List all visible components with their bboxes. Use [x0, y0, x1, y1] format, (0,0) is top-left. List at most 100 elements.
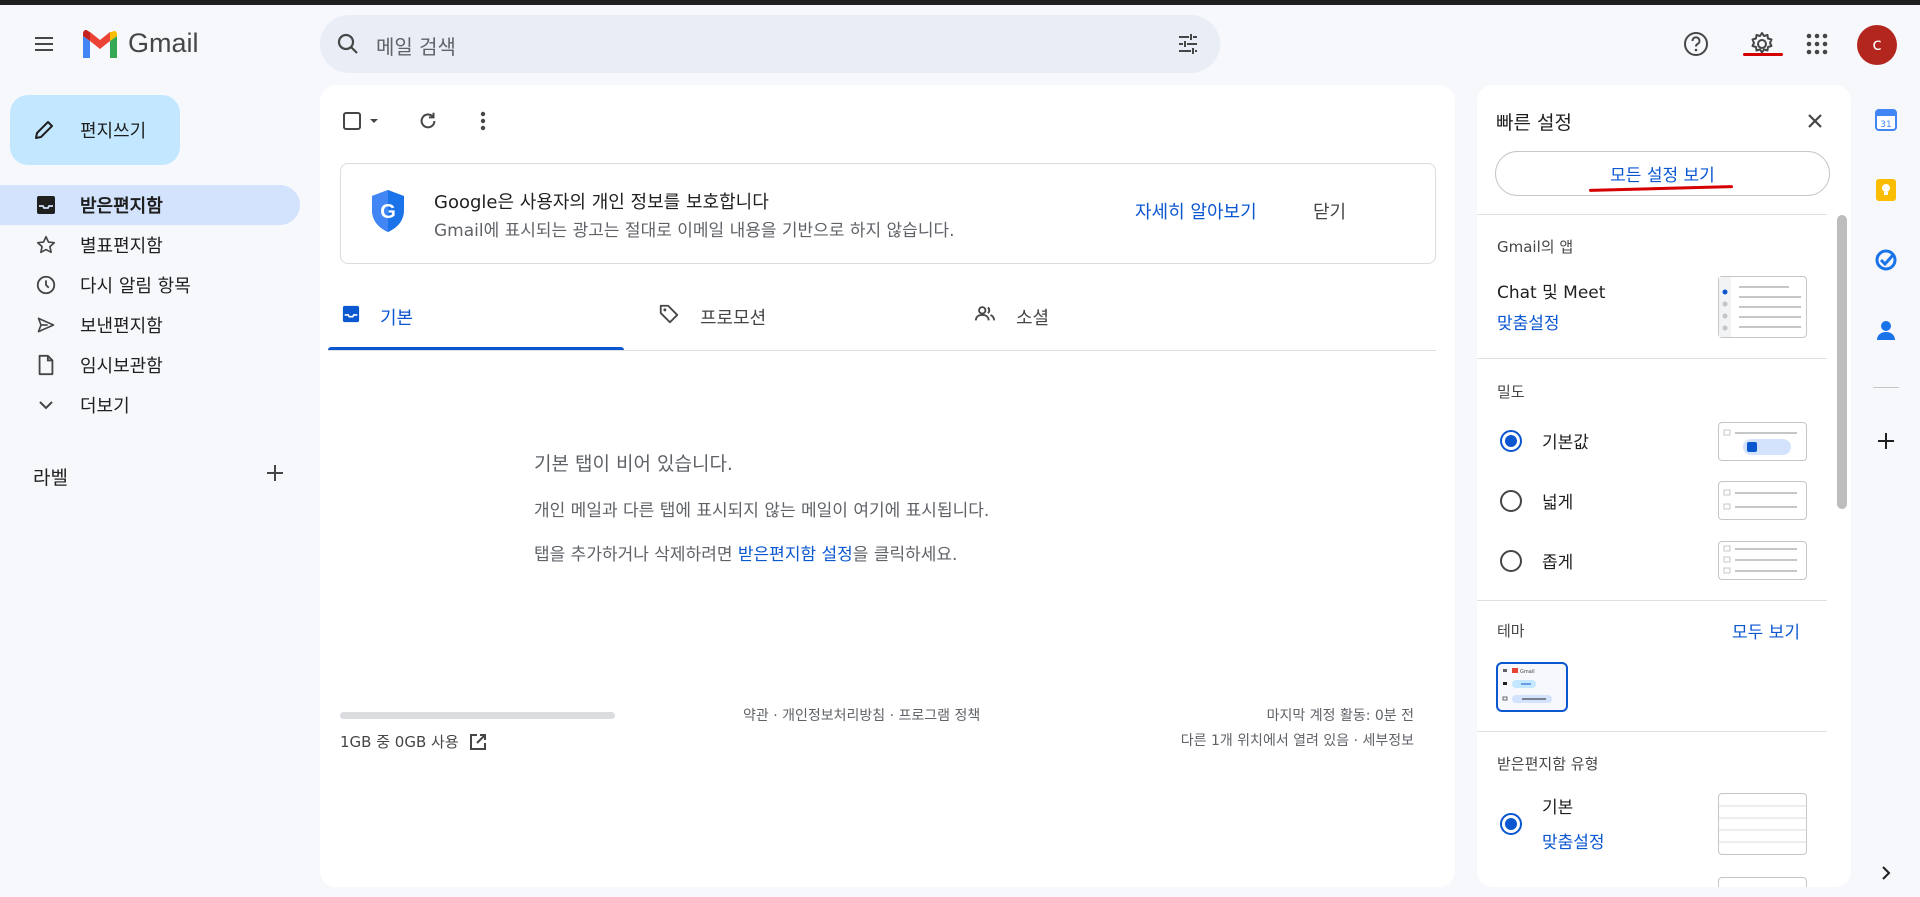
density-default-radio[interactable] — [1500, 430, 1522, 452]
chat-meet-label: Chat 및 Meet — [1497, 283, 1606, 303]
open-locations-details[interactable]: 다른 1개 위치에서 열려 있음 · 세부정보 — [1181, 730, 1414, 750]
divider — [1477, 731, 1827, 732]
quick-settings-title: 빠른 설정 — [1496, 112, 1572, 134]
inbox-type-customize-link[interactable]: 맞춤설정 — [1542, 828, 1605, 853]
density-compact-radio[interactable] — [1500, 550, 1522, 572]
tasks-icon[interactable] — [1871, 245, 1901, 275]
pencil-icon — [35, 121, 53, 139]
inbox-icon — [342, 305, 360, 328]
inbox-type-section-title: 받은편지함 유형 — [1497, 755, 1599, 773]
main-menu-button[interactable] — [24, 24, 64, 64]
density-comfortable-radio[interactable] — [1500, 490, 1522, 512]
sidebar-item-snoozed[interactable]: 다시 알림 항목 — [0, 265, 300, 305]
open-external-icon[interactable] — [469, 733, 487, 751]
inbox-type-label: 기본 — [1542, 798, 1574, 818]
density-comfortable-preview — [1718, 481, 1807, 520]
settings-gear-icon[interactable] — [1742, 24, 1782, 64]
tab-promotions[interactable]: 프로모션 — [658, 283, 766, 350]
apps-grid-icon[interactable] — [1797, 24, 1837, 64]
divider — [1477, 214, 1827, 215]
storage-label: 1GB 중 0GB 사용 — [340, 733, 459, 751]
footer-policy-links[interactable]: 약관 · 개인정보처리방침 · 프로그램 정책 — [743, 705, 980, 725]
rail-divider — [1873, 387, 1899, 388]
chevron-down-icon — [34, 393, 58, 417]
search-input[interactable]: 메일 검색 — [376, 31, 456, 60]
top-strip — [0, 0, 1920, 5]
last-activity: 마지막 계정 활동: 0분 전 — [1266, 708, 1414, 724]
empty-hint-prefix: 탭을 추가하거나 삭제하려면 — [534, 545, 738, 565]
sidebar-item-label: 보낸편지함 — [80, 316, 163, 337]
banner-title: Google은 사용자의 개인 정보를 보호합니다 — [434, 192, 769, 213]
tab-label: 기본 — [380, 307, 414, 329]
more-vert-icon[interactable] — [463, 101, 503, 141]
close-icon[interactable] — [1799, 105, 1831, 137]
empty-hint-suffix: 을 클릭하세요. — [852, 545, 958, 565]
gmail-m-icon — [83, 29, 117, 58]
keep-icon[interactable] — [1871, 175, 1901, 205]
tab-label: 프로모션 — [700, 307, 767, 329]
density-default-preview — [1718, 422, 1807, 461]
chevron-right-icon[interactable] — [1871, 858, 1901, 888]
add-addon-icon[interactable] — [1871, 426, 1901, 456]
tab-divider — [328, 350, 1436, 351]
theme-default-thumbnail[interactable]: Gmail — [1496, 662, 1568, 712]
sidebar-item-drafts[interactable]: 임시보관함 — [0, 345, 300, 385]
sidebar-item-label: 더보기 — [80, 396, 130, 417]
app-name: Gmail — [128, 28, 199, 58]
theme-section-title: 테마 — [1497, 622, 1525, 640]
sidebar-item-label: 받은편지함 — [80, 196, 163, 217]
search-icon[interactable] — [336, 32, 360, 60]
tab-label: 소셜 — [1016, 307, 1050, 329]
chat-meet-customize-link[interactable]: 맞춤설정 — [1497, 309, 1560, 334]
quick-settings-scrollbar[interactable] — [1837, 215, 1847, 509]
theme-thumb-gmail-text: Gmail — [1520, 669, 1535, 675]
search-bar[interactable]: 메일 검색 — [320, 15, 1220, 73]
sidebar-item-sent[interactable]: 보낸편지함 — [0, 305, 300, 345]
empty-description: 개인 메일과 다른 탭에 표시되지 않는 메일이 여기에 표시됩니다. — [534, 501, 990, 521]
density-section-title: 밀도 — [1497, 383, 1525, 401]
select-all-checkbox[interactable] — [340, 101, 388, 141]
tab-primary[interactable]: 기본 — [342, 283, 413, 350]
account-avatar[interactable]: c — [1857, 25, 1897, 65]
svg-text:G: G — [380, 201, 396, 223]
sidebar-item-starred[interactable]: 별표편지함 — [0, 225, 300, 265]
mail-panel: G Google은 사용자의 개인 정보를 보호합니다 Gmail에 표시되는 … — [320, 85, 1455, 887]
inbox-icon — [34, 193, 58, 217]
divider — [1477, 358, 1827, 359]
refresh-icon[interactable] — [408, 101, 448, 141]
quick-settings-panel: 빠른 설정 모든 설정 보기 Gmail의 앱 Chat 및 Meet 맞춤설정… — [1477, 85, 1851, 887]
compose-label: 편지쓰기 — [80, 121, 147, 142]
chat-meet-preview — [1718, 276, 1807, 338]
sidebar-item-more[interactable]: 더보기 — [0, 385, 300, 425]
annotation-underline — [1743, 53, 1783, 56]
empty-title: 기본 탭이 비어 있습니다. — [534, 453, 733, 475]
category-tabs: 기본 프로모션 소셜 — [328, 283, 1436, 437]
tab-social[interactable]: 소셜 — [974, 283, 1049, 350]
inbox-settings-link[interactable]: 받은편지함 설정 — [738, 545, 853, 565]
theme-view-all-link[interactable]: 모두 보기 — [1732, 618, 1800, 643]
labels-heading: 라벨 — [33, 467, 68, 489]
storage-usage[interactable]: 1GB 중 0GB 사용 — [340, 731, 487, 752]
learn-more-link[interactable]: 자세히 알아보기 — [1135, 198, 1257, 224]
privacy-banner: G Google은 사용자의 개인 정보를 보호합니다 Gmail에 표시되는 … — [340, 163, 1436, 264]
gmail-logo[interactable]: Gmail — [80, 28, 199, 59]
banner-close-button[interactable]: 닫기 — [1313, 198, 1346, 224]
help-icon[interactable] — [1676, 24, 1716, 64]
send-icon — [34, 313, 58, 337]
apps-section-title: Gmail의 앱 — [1497, 238, 1574, 256]
sidebar-item-label: 임시보관함 — [80, 356, 163, 377]
density-default-label: 기본값 — [1542, 433, 1589, 453]
add-label-icon[interactable] — [264, 462, 286, 488]
inbox-type-default-radio[interactable] — [1500, 813, 1522, 835]
clock-icon — [34, 273, 58, 297]
compose-button[interactable]: 편지쓰기 — [10, 95, 180, 165]
checkbox-icon — [343, 112, 378, 130]
svg-text:31: 31 — [1880, 120, 1891, 130]
storage-bar — [340, 712, 615, 719]
calendar-icon[interactable]: 31 — [1871, 105, 1901, 135]
star-icon — [34, 233, 58, 257]
sidebar-item-inbox[interactable]: 받은편지함 — [0, 185, 300, 225]
contacts-icon[interactable] — [1871, 315, 1901, 345]
search-options-icon[interactable] — [1176, 32, 1200, 60]
density-compact-label: 좁게 — [1542, 553, 1574, 573]
